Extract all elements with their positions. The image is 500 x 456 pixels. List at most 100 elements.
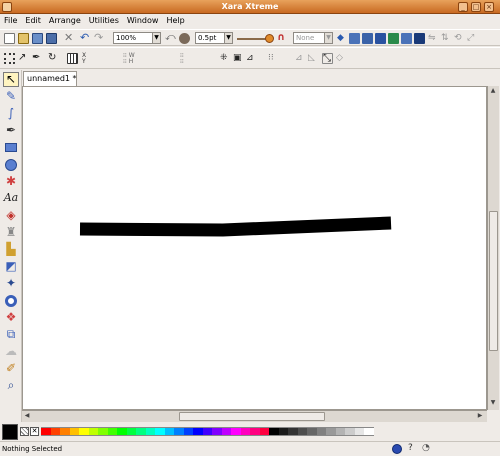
vertical-scrollbar[interactable]: ▲ ▼ — [487, 86, 499, 410]
show-handles-icon[interactable]: ⤡ — [322, 53, 333, 64]
scale-lines-icon[interactable]: ▣ — [233, 53, 244, 64]
pen-nib-icon[interactable]: ✒ — [32, 53, 43, 64]
chevron-down-icon[interactable]: ▼ — [152, 33, 160, 43]
rotate-handles-icon[interactable]: ↻ — [48, 53, 59, 64]
palette-swatch[interactable] — [136, 427, 146, 436]
fill-tool-icon[interactable]: ◈ — [3, 208, 19, 223]
menu-arrange[interactable]: Arrange — [45, 14, 85, 25]
scroll-down-icon[interactable]: ▼ — [488, 398, 498, 408]
selection-bounds-icon[interactable] — [4, 53, 15, 64]
drawn-line-shape[interactable] — [79, 216, 392, 237]
palette-swatch[interactable] — [335, 427, 346, 436]
move-forward-icon[interactable] — [349, 33, 360, 44]
menu-help[interactable]: Help — [162, 14, 188, 25]
new-document-icon[interactable] — [4, 33, 15, 44]
ungroup-icon[interactable] — [401, 33, 412, 44]
palette-swatch[interactable] — [221, 427, 232, 436]
vertical-scroll-thumb[interactable] — [489, 211, 498, 351]
scroll-left-icon[interactable]: ◀ — [22, 411, 32, 421]
chevron-down-icon[interactable]: ▼ — [224, 33, 232, 43]
scroll-right-icon[interactable]: ▶ — [475, 411, 485, 421]
zoom-combo[interactable]: 100% ▼ — [113, 32, 161, 44]
flip-right-icon[interactable]: ◺ — [308, 53, 319, 64]
magnet-icon[interactable]: ∩ — [277, 33, 288, 44]
palette-swatch[interactable] — [117, 427, 127, 436]
redo-icon[interactable]: ↷ — [94, 32, 105, 44]
render-mode-icon[interactable]: ◔ — [422, 443, 430, 453]
palette-swatch[interactable] — [107, 427, 118, 436]
palette-swatch[interactable] — [307, 427, 317, 436]
zoom-tool-icon[interactable]: ⌕ — [3, 378, 19, 393]
pen-tool-icon[interactable]: ✒ — [3, 123, 19, 138]
flip-vertical-icon[interactable]: ⇅ — [441, 33, 452, 44]
text-tool-icon[interactable]: Aa — [3, 191, 19, 206]
menu-window[interactable]: Window — [123, 14, 163, 25]
shape-editor-tool-icon[interactable]: ✎ — [3, 89, 19, 104]
palette-swatch[interactable] — [259, 427, 270, 436]
contour-tool-icon[interactable]: ✦ — [3, 276, 19, 291]
horizontal-scroll-thumb[interactable] — [179, 412, 325, 421]
rectangle-tool-icon[interactable] — [3, 140, 19, 155]
document-tab[interactable]: unnamed1 * — [23, 71, 77, 86]
palette-swatch[interactable] — [364, 427, 374, 436]
palette-swatch[interactable] — [50, 427, 61, 436]
palette-swatch[interactable] — [164, 427, 175, 436]
palette-swatch[interactable] — [278, 427, 289, 436]
selector-tool-icon[interactable]: ↖ — [3, 72, 19, 87]
lock-aspect-icon[interactable]: ⁜ — [220, 53, 231, 64]
quickshape-tool-icon[interactable]: ✱ — [3, 174, 19, 189]
pointer-arrow-icon[interactable]: ↗ — [18, 53, 29, 64]
zoom-drawing-icon[interactable] — [179, 33, 190, 44]
menu-utilities[interactable]: Utilities — [85, 14, 123, 25]
palette-swatch[interactable] — [69, 427, 80, 436]
palette-swatch[interactable] — [231, 427, 241, 436]
save-icon[interactable] — [46, 33, 57, 44]
zoom-previous-icon[interactable]: ⤺ — [165, 33, 176, 44]
no-color-swatch[interactable] — [20, 427, 29, 436]
transparency-tool-icon[interactable]: ♜ — [3, 225, 19, 240]
close-icon[interactable]: × — [484, 2, 494, 12]
drawing-canvas[interactable] — [22, 86, 487, 410]
palette-swatch[interactable] — [155, 427, 165, 436]
scroll-up-icon[interactable]: ▲ — [488, 86, 498, 96]
clip-icon[interactable]: ⤢ — [467, 33, 478, 44]
palette-swatch[interactable] — [354, 427, 365, 436]
palette-swatch[interactable] — [326, 427, 336, 436]
palette-swatch[interactable] — [240, 427, 251, 436]
palette-swatch[interactable] — [60, 427, 70, 436]
group-icon[interactable] — [388, 33, 399, 44]
palette-swatch[interactable] — [288, 427, 298, 436]
grid-icon[interactable] — [67, 53, 78, 64]
palette-swatch[interactable] — [145, 427, 156, 436]
move-backward-icon[interactable] — [362, 33, 373, 44]
brush-tool-icon[interactable]: ✐ — [3, 361, 19, 376]
color-picker-icon[interactable]: ✕ — [30, 427, 39, 436]
import-icon[interactable] — [32, 33, 43, 44]
shadow-tool-icon[interactable]: ▙ — [3, 242, 19, 257]
bevel-tool-icon[interactable]: ◩ — [3, 259, 19, 274]
freehand-tool-icon[interactable]: ∫ — [3, 106, 19, 121]
flip-horizontal-icon[interactable]: ⇋ — [428, 33, 439, 44]
mould-tool-icon[interactable]: ❖ — [3, 310, 19, 325]
menu-edit[interactable]: Edit — [21, 14, 45, 25]
bring-to-front-icon[interactable]: ◆ — [337, 33, 348, 44]
skew-icon[interactable]: ⁝⁝ — [268, 53, 279, 64]
palette-swatch[interactable] — [316, 427, 327, 436]
undo-icon[interactable]: ↶ — [80, 32, 91, 44]
flip-left-icon[interactable]: ⊿ — [295, 53, 306, 64]
palette-swatch[interactable] — [126, 427, 137, 436]
bounds-icon[interactable]: ◇ — [336, 53, 347, 64]
current-color-swatch[interactable] — [2, 424, 18, 440]
palette-swatch[interactable] — [193, 427, 203, 436]
maximize-icon[interactable]: □ — [471, 2, 481, 12]
palette-swatch[interactable] — [174, 427, 184, 436]
palette-swatch[interactable] — [297, 427, 308, 436]
angle-icon[interactable]: ⊿ — [246, 53, 257, 64]
horizontal-scrollbar[interactable]: ◀ ▶ — [22, 410, 487, 422]
line-width-combo[interactable]: 0.5pt ▼ — [195, 32, 233, 44]
minimize-icon[interactable]: _ — [458, 2, 468, 12]
palette-swatch[interactable] — [98, 427, 108, 436]
send-to-back-icon[interactable] — [375, 33, 386, 44]
line-width-slider-handle[interactable] — [265, 34, 274, 43]
snap-indicator-icon[interactable] — [392, 444, 402, 454]
